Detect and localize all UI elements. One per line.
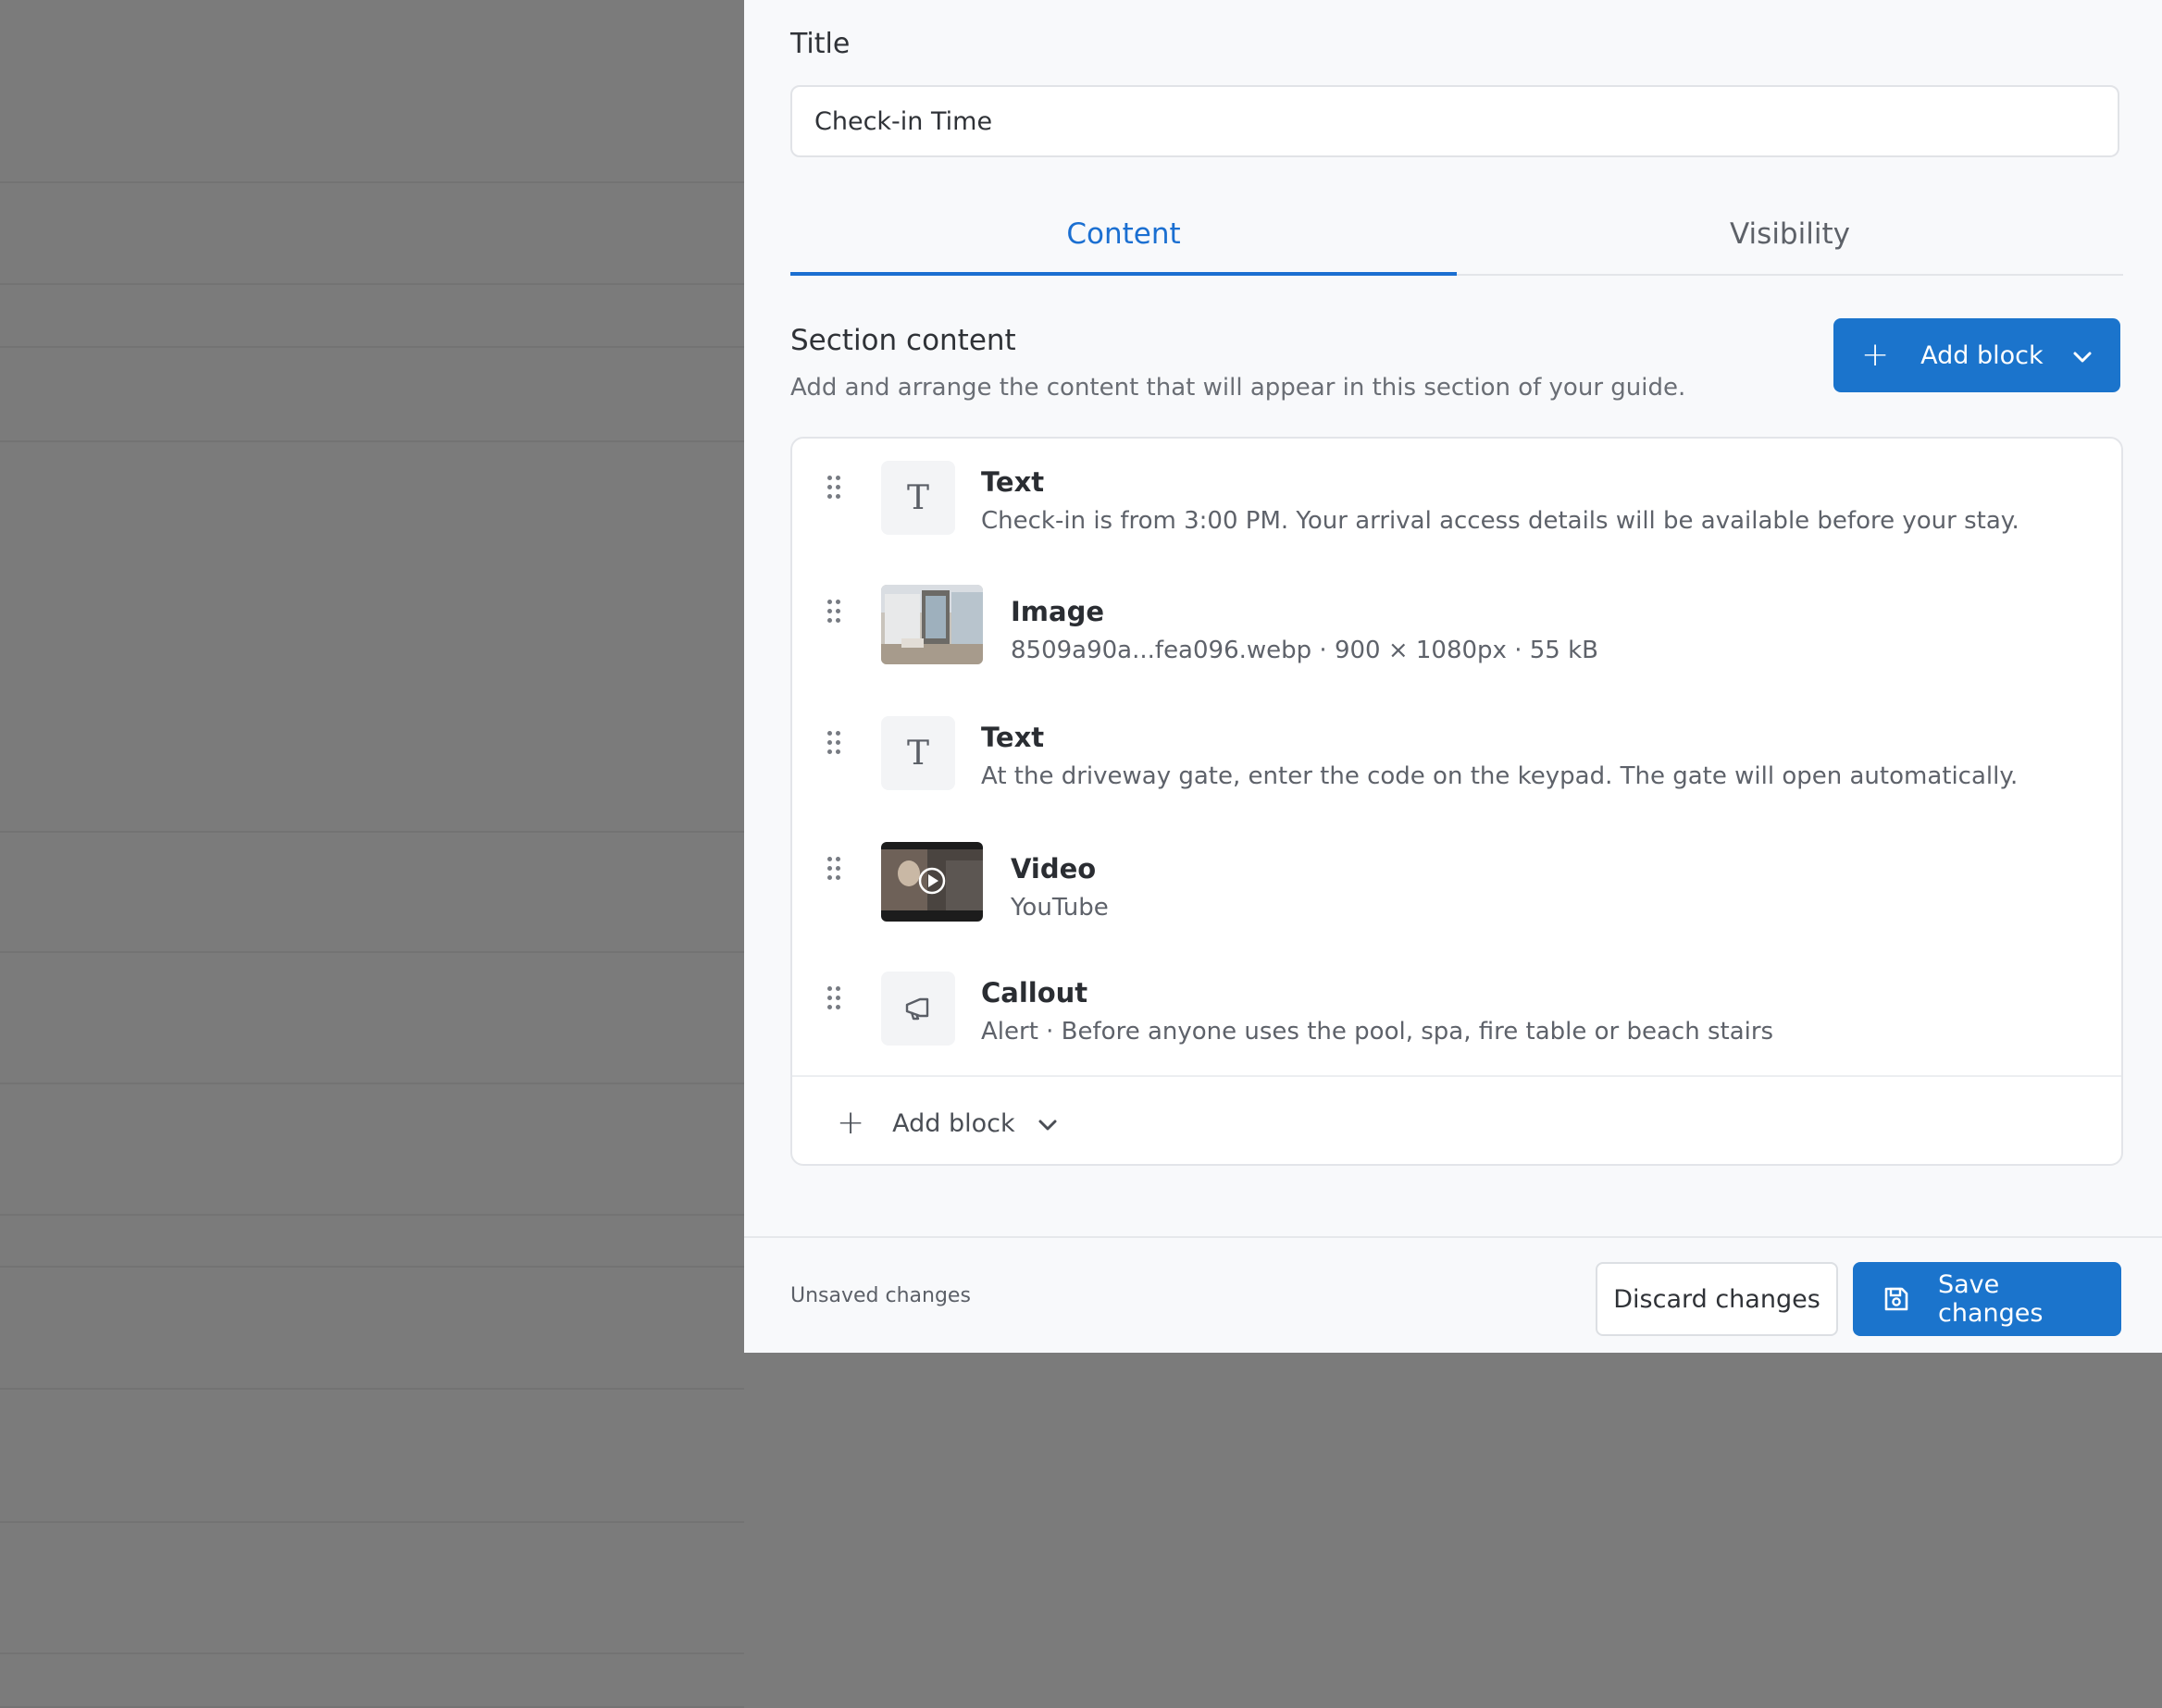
add-block-label: Add block <box>1920 340 2044 370</box>
content-block-image[interactable]: Image 8509a90a...fea096.webp · 900 × 108… <box>792 563 2121 664</box>
block-title: Callout <box>981 977 1088 1009</box>
section-title: Section content <box>790 324 1016 357</box>
discard-changes-button[interactable]: Discard changes <box>1596 1262 1838 1336</box>
backdrop-row-divider <box>0 951 744 953</box>
plus-icon: + <box>837 1104 865 1142</box>
block-subtitle: At the driveway gate, enter the code on … <box>981 762 2019 790</box>
add-block-inline-button[interactable]: + Add block <box>837 1095 1058 1151</box>
backdrop-row-divider <box>0 440 744 442</box>
backdrop-row-divider <box>0 831 744 833</box>
backdrop-row-divider <box>0 1388 744 1390</box>
title-input[interactable] <box>790 85 2119 157</box>
drag-handle-icon[interactable] <box>827 986 842 1012</box>
block-subtitle: Check-in is from 3:00 PM. Your arrival a… <box>981 507 2019 535</box>
backdrop-row-divider <box>0 181 744 183</box>
tab-content[interactable]: Content <box>790 194 1457 276</box>
text-type-icon: T <box>881 716 955 790</box>
section-description: Add and arrange the content that will ap… <box>790 374 1686 402</box>
block-subtitle: 8509a90a...fea096.webp · 900 × 1080px · … <box>1011 637 1598 664</box>
title-label: Title <box>790 28 851 60</box>
content-block-callout[interactable]: Callout Alert · Before anyone uses the p… <box>792 949 2121 1046</box>
modal-backdrop[interactable] <box>0 0 744 1708</box>
block-subtitle: YouTube <box>1011 894 1109 922</box>
text-type-icon: T <box>881 461 955 535</box>
content-block-video[interactable]: Video YouTube <box>792 820 2121 922</box>
backdrop-row-divider <box>0 1214 744 1216</box>
block-title: Text <box>981 466 1045 498</box>
block-title: Image <box>1011 596 1105 627</box>
image-thumbnail <box>881 585 983 664</box>
content-block-text[interactable]: T Text Check-in is from 3:00 PM. Your ar… <box>792 439 2121 535</box>
backdrop-row-divider <box>0 1083 744 1084</box>
plus-icon: + <box>1861 336 1890 374</box>
block-subtitle: Alert · Before anyone uses the pool, spa… <box>981 1018 1774 1046</box>
drag-handle-icon[interactable] <box>827 731 842 757</box>
drag-handle-icon[interactable] <box>827 600 842 625</box>
backdrop-row-divider <box>0 1521 744 1523</box>
drag-handle-icon[interactable] <box>827 476 842 501</box>
save-icon <box>1882 1285 1910 1313</box>
tab-bar: Content Visibility <box>790 194 2123 276</box>
card-divider <box>792 1075 2121 1077</box>
backdrop-row-divider <box>0 346 744 348</box>
backdrop-row-divider <box>0 283 744 285</box>
save-changes-label: Save changes <box>1938 1270 2044 1328</box>
add-block-inline-label: Add block <box>892 1108 1015 1138</box>
drag-handle-icon[interactable] <box>827 857 842 883</box>
block-title: Text <box>981 722 1045 753</box>
edit-section-panel: Title Content Visibility Section content… <box>744 0 2162 1353</box>
block-title: Video <box>1011 853 1097 885</box>
tab-visibility[interactable]: Visibility <box>1457 194 2123 274</box>
content-blocks-card: T Text Check-in is from 3:00 PM. Your ar… <box>790 437 2123 1166</box>
unsaved-status: Unsaved changes <box>790 1284 971 1307</box>
chevron-down-icon <box>1038 1109 1058 1138</box>
chevron-down-icon <box>2072 341 2093 370</box>
add-block-button[interactable]: + Add block <box>1833 318 2120 392</box>
panel-footer: Unsaved changes Discard changes Save cha… <box>744 1236 2162 1353</box>
megaphone-icon <box>881 972 955 1046</box>
content-block-text[interactable]: T Text At the driveway gate, enter the c… <box>792 694 2121 790</box>
backdrop-row-divider <box>0 1652 744 1654</box>
save-changes-button[interactable]: Save changes <box>1853 1262 2121 1336</box>
video-thumbnail <box>881 842 983 922</box>
backdrop-row-divider <box>0 1266 744 1268</box>
